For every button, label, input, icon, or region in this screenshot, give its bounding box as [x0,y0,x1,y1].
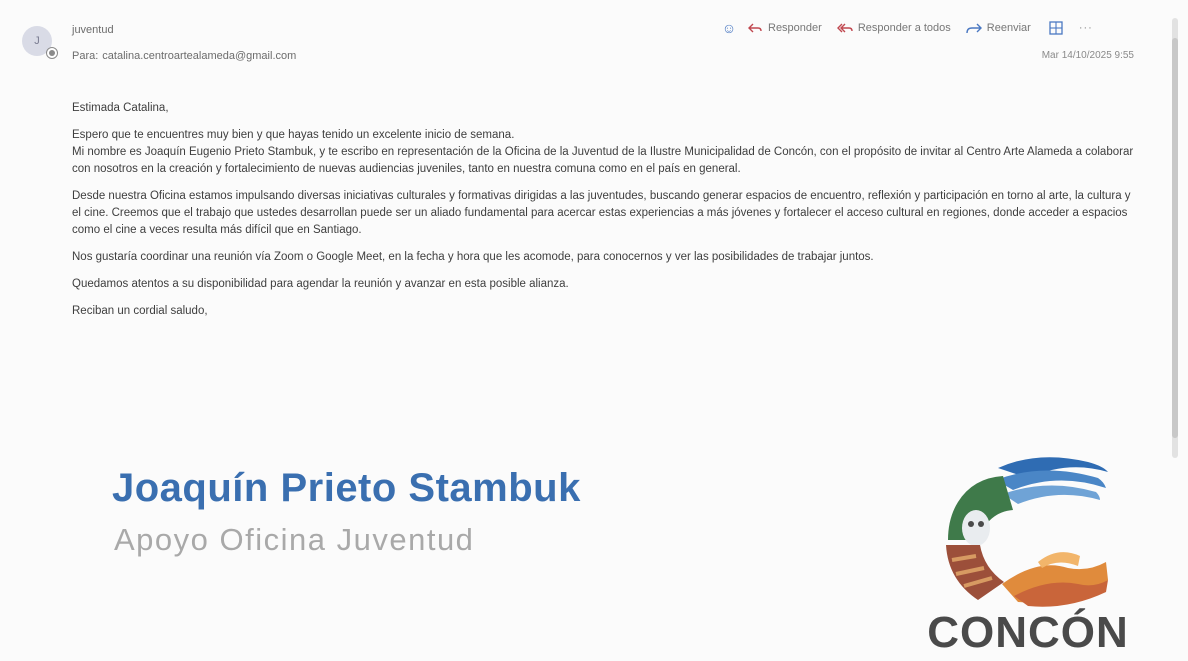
greeting: Estimada Catalina, [72,102,169,114]
more-actions-icon[interactable]: ··· [1079,22,1093,34]
scrollbar[interactable] [1172,18,1178,458]
logo-wordmark: CONCÓN [927,608,1129,657]
avatar-initial: J [34,35,40,47]
reply-button[interactable]: Responder [768,22,822,34]
reply-all-button[interactable]: Responder a todos [858,22,951,34]
sender-name[interactable]: juventud [72,24,114,36]
emoji-reaction-icon[interactable]: ☺ [720,19,738,37]
paragraph-intro: Espero que te encuentres muy bien y que … [72,127,1142,178]
paragraph-intro-line2: Mi nombre es Joaquín Eugenio Prieto Stam… [72,146,1134,175]
signature-role: Apoyo Oficina Juventud [114,522,475,557]
message-date: Mar 14/10/2025 9:55 [1041,50,1134,61]
closing: Reciban un cordial saludo, [72,305,208,317]
presence-status-icon [46,47,58,59]
message-body: Estimada Catalina, Espero que te encuent… [72,100,1142,330]
concon-logo-graphic [946,457,1108,607]
message-header: J juventud Para: catalina.centroartealame… [0,0,1170,80]
scrollbar-thumb[interactable] [1172,38,1178,438]
forward-icon[interactable] [965,19,983,37]
to-label: Para: [72,50,99,62]
reply-icon[interactable] [746,19,764,37]
recipient-address[interactable]: catalina.centroartealameda@gmail.com [102,50,296,62]
signature-name: Joaquín Prieto Stambuk [112,466,581,510]
apps-grid-icon[interactable] [1047,19,1065,37]
paragraph-intro-line1: Espero que te encuentres muy bien y que … [72,129,515,141]
paragraph-initiatives: Desde nuestra Oficina estamos impulsando… [72,190,1131,236]
recipient-line: Para: catalina.centroartealameda@gmail.co… [72,50,296,62]
paragraph-meeting: Nos gustaría coordinar una reunión vía Z… [72,251,874,263]
concon-logo: CONCÓN [918,450,1138,661]
reply-all-icon[interactable] [836,19,854,37]
email-reading-pane: J juventud Para: catalina.centroartealame… [0,0,1188,661]
forward-button[interactable]: Reenviar [987,22,1031,34]
paragraph-availability: Quedamos atentos a su disponibilidad par… [72,278,569,290]
message-actions: ☺ Responder Responder a todos Reenviar ·… [720,18,1093,38]
